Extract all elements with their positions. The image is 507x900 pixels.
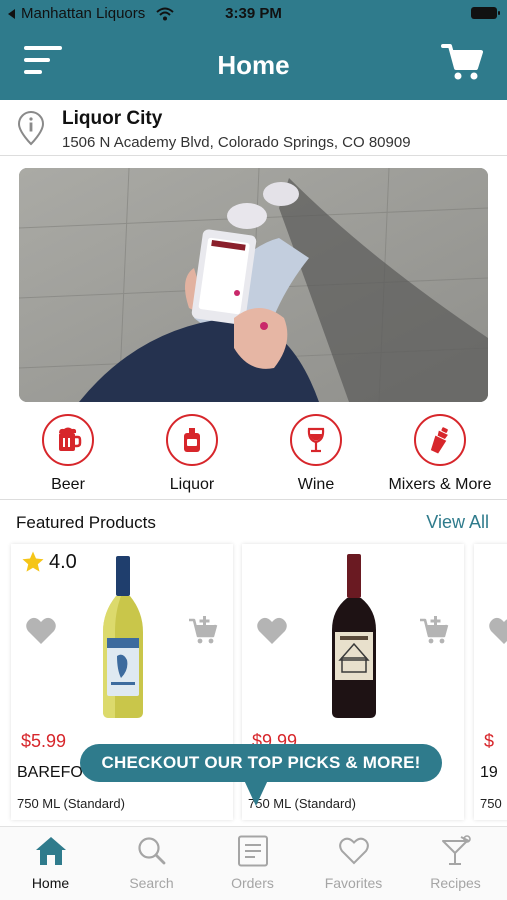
tab-label: Search	[129, 875, 174, 891]
tab-home[interactable]: Home	[0, 835, 101, 891]
product-name: 19	[480, 764, 498, 781]
product-rating: 4.0	[21, 550, 77, 574]
beer-mug-icon	[42, 414, 94, 466]
tab-label: Orders	[231, 875, 274, 891]
product-card[interactable]: $ 19 750	[474, 544, 507, 820]
location-info-icon	[17, 111, 45, 146]
product-size: 750 ML (Standard)	[17, 796, 125, 811]
heart-icon[interactable]	[25, 616, 57, 646]
category-label: Wine	[297, 476, 335, 493]
cocktail-shaker-icon	[414, 414, 466, 466]
banner-photo	[19, 168, 488, 402]
add-to-cart-icon[interactable]	[418, 614, 450, 646]
category-beer[interactable]: Beer	[8, 414, 128, 494]
category-wine[interactable]: Wine	[256, 414, 376, 494]
heart-icon	[338, 837, 369, 865]
app-header: Home	[0, 28, 507, 100]
star-icon	[22, 551, 44, 572]
bottom-tab-bar: Home Search Orders Favorites Recipes	[0, 826, 507, 900]
shopping-cart-icon[interactable]	[441, 42, 483, 82]
page-title: Home	[217, 50, 290, 80]
status-time: 3:39 PM	[225, 5, 282, 22]
battery-icon	[471, 7, 500, 19]
tab-label: Favorites	[324, 875, 383, 891]
category-liquor[interactable]: Liquor	[132, 414, 252, 494]
heart-icon[interactable]	[256, 616, 288, 646]
product-price: $	[484, 731, 495, 751]
product-image-red-wine	[332, 554, 376, 718]
search-icon	[137, 837, 165, 865]
category-row: Beer Liquor Wine Mixers & More	[0, 414, 507, 500]
home-icon	[35, 837, 66, 865]
status-bar: Manhattan Liquors 3:39 PM	[0, 0, 507, 28]
category-mixers-more[interactable]: Mixers & More	[380, 414, 500, 494]
category-label: Beer	[51, 476, 85, 493]
category-label: Mixers & More	[388, 476, 492, 493]
orders-icon	[237, 835, 268, 867]
tab-label: Recipes	[430, 875, 481, 891]
rating-value: 4.0	[49, 550, 77, 573]
store-location-bar[interactable]: Liquor City 1506 N Academy Blvd, Colorad…	[0, 100, 507, 156]
view-all-link[interactable]: View All	[426, 512, 489, 533]
liquor-bottle-icon	[166, 414, 218, 466]
store-name: Liquor City	[62, 108, 163, 129]
tab-orders[interactable]: Orders	[202, 835, 303, 891]
screen: Manhattan Liquors 3:39 PM Home Liquor Ci…	[0, 0, 507, 900]
add-to-cart-icon[interactable]	[187, 614, 219, 646]
tooltip-pointer	[244, 780, 268, 806]
product-image-white-wine	[103, 556, 143, 718]
tab-search[interactable]: Search	[101, 835, 202, 891]
product-price: $5.99	[21, 731, 67, 751]
cocktail-glass-icon	[441, 835, 471, 865]
tab-recipes[interactable]: Recipes	[405, 835, 506, 891]
heart-icon[interactable]	[488, 616, 507, 646]
store-address: 1506 N Academy Blvd, Colorado Springs, C…	[62, 134, 411, 151]
wine-glass-icon	[290, 414, 342, 466]
checkout-top-picks-tooltip[interactable]: CHECKOUT OUR TOP PICKS & MORE!	[80, 744, 442, 782]
tab-favorites[interactable]: Favorites	[303, 835, 404, 891]
tab-label: Home	[31, 875, 70, 891]
promo-banner-image[interactable]	[19, 168, 488, 402]
featured-products-heading: Featured Products	[16, 513, 156, 532]
category-label: Liquor	[169, 476, 215, 493]
product-size: 750	[480, 796, 502, 811]
